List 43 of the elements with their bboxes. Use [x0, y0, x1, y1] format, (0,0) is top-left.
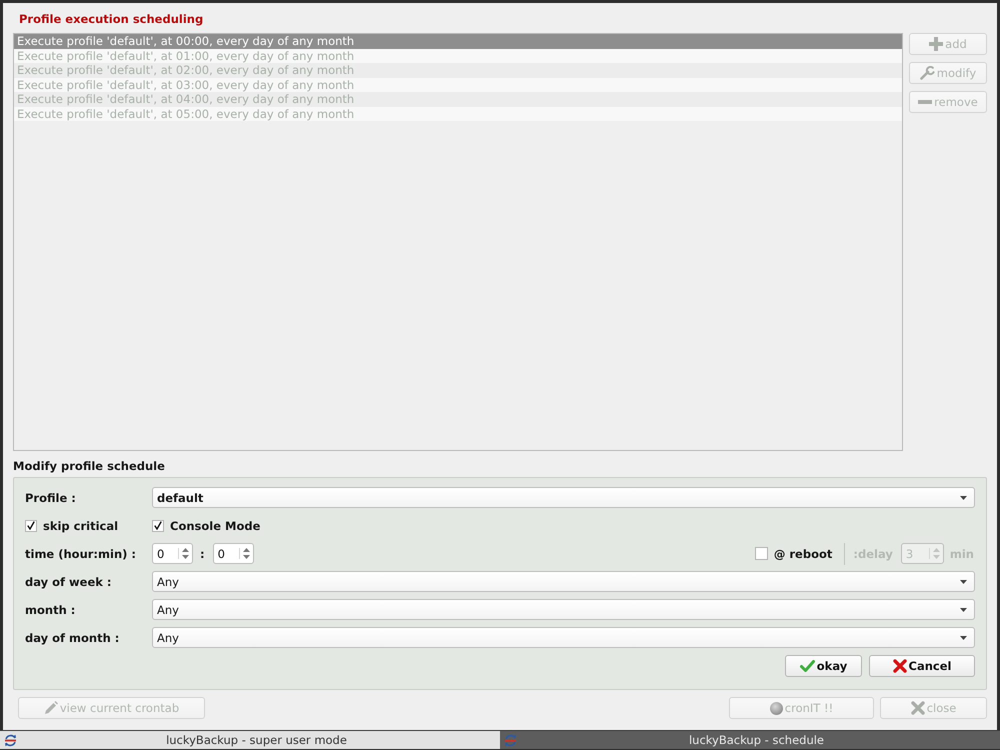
minute-spinbox[interactable]: 0 — [212, 543, 254, 564]
caret-icon — [960, 496, 967, 500]
minus-icon — [918, 100, 932, 104]
dropdown[interactable]: Any — [152, 599, 975, 620]
field-label: month : — [25, 602, 76, 616]
close-icon — [910, 701, 925, 715]
time-separator: : — [200, 546, 205, 560]
taskbar-button[interactable]: luckyBackup - super user mode — [0, 731, 500, 749]
field-label: time (hour:min) : — [25, 546, 137, 560]
okay-button[interactable]: okay — [785, 655, 862, 677]
profile-combo[interactable]: default — [152, 487, 975, 508]
caret-icon — [960, 636, 967, 640]
check-icon — [27, 521, 35, 530]
check-icon — [154, 521, 162, 530]
checkbox[interactable] — [754, 547, 768, 560]
check-icon — [800, 660, 815, 672]
cross-icon — [892, 659, 907, 673]
hour-spinbox[interactable]: 0 — [152, 543, 193, 564]
dialog-title: Profile execution scheduling — [18, 11, 204, 27]
spin-arrows-icon — [178, 548, 189, 559]
dropdown[interactable]: Any — [152, 571, 975, 592]
dropdown[interactable]: Any — [152, 627, 975, 648]
section-title: Modify profile schedule — [13, 458, 165, 474]
checkbox[interactable] — [25, 520, 37, 532]
wrench-icon — [920, 66, 935, 80]
spin-arrows-icon — [238, 548, 250, 559]
checkbox-label: @ reboot — [774, 546, 832, 560]
field-label: Profile : — [25, 490, 77, 504]
circular-arrows-icon — [4, 734, 17, 746]
checkbox-label: Console Mode — [170, 518, 260, 532]
cancel-button[interactable]: Cancel — [869, 655, 975, 677]
checkbox-label: skip critical — [43, 518, 118, 532]
sphere-icon — [770, 702, 783, 714]
pen-icon — [44, 701, 58, 715]
field-label: day of week : — [25, 574, 113, 588]
caret-icon — [960, 580, 967, 584]
checkbox[interactable] — [152, 520, 164, 532]
plus-icon — [929, 37, 944, 51]
taskbar-button[interactable]: luckyBackup - schedule — [500, 731, 1000, 749]
circular-arrows-icon — [504, 734, 517, 746]
field-label: day of month : — [25, 630, 120, 644]
caret-icon — [960, 608, 967, 612]
spin-arrows-icon — [928, 548, 940, 559]
